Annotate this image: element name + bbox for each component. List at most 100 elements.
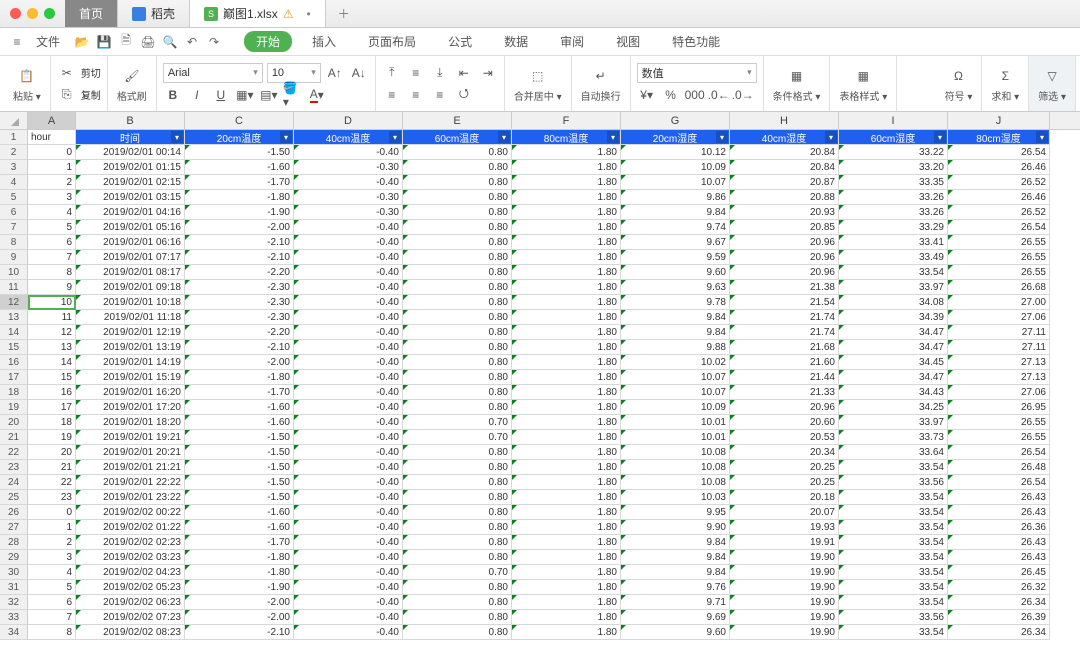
row-header-1[interactable]: 1 — [0, 130, 28, 145]
row-header[interactable]: 12 — [0, 295, 28, 310]
cell[interactable]: -2.30 — [185, 295, 294, 310]
cell[interactable]: -1.90 — [185, 205, 294, 220]
cell[interactable]: 9.88 — [621, 340, 730, 355]
border-icon[interactable]: ▦▾ — [235, 85, 255, 105]
cell[interactable]: 3 — [28, 190, 76, 205]
cut-icon[interactable]: ✂ — [57, 63, 77, 83]
cell[interactable]: 0.80 — [403, 535, 512, 550]
header-cell-H[interactable]: 40cm湿度▾ — [730, 130, 839, 145]
cell[interactable]: 20.93 — [730, 205, 839, 220]
sum-button[interactable]: Σ求和 ▾ — [988, 65, 1022, 103]
cell[interactable]: 26.43 — [948, 550, 1050, 565]
cell[interactable]: 26.43 — [948, 490, 1050, 505]
row-header[interactable]: 14 — [0, 325, 28, 340]
cell[interactable]: 0.80 — [403, 235, 512, 250]
cell[interactable]: 5 — [28, 220, 76, 235]
row-header[interactable]: 27 — [0, 520, 28, 535]
cell[interactable]: 2019/02/02 03:23 — [76, 550, 185, 565]
wrap-button[interactable]: ↵自动换行 — [578, 65, 624, 103]
cell[interactable]: 1.80 — [512, 460, 621, 475]
cell[interactable]: -1.80 — [185, 370, 294, 385]
cell[interactable]: -2.00 — [185, 355, 294, 370]
cell[interactable]: 20.87 — [730, 175, 839, 190]
cell[interactable]: 19.91 — [730, 535, 839, 550]
cell[interactable]: 1.80 — [512, 235, 621, 250]
col-header-H[interactable]: H — [730, 112, 839, 129]
cell[interactable]: 0.80 — [403, 490, 512, 505]
cell[interactable]: 1.80 — [512, 280, 621, 295]
cell[interactable]: 2019/02/02 07:23 — [76, 610, 185, 625]
header-cell-D[interactable]: 40cm温度▾ — [294, 130, 403, 145]
cell[interactable]: 9.84 — [621, 535, 730, 550]
cell[interactable]: 11 — [28, 310, 76, 325]
open-icon[interactable]: 📂 — [74, 34, 90, 50]
cell[interactable]: 20.88 — [730, 190, 839, 205]
cell[interactable]: 2 — [28, 535, 76, 550]
cell[interactable]: -1.70 — [185, 175, 294, 190]
cell[interactable]: 1.80 — [512, 325, 621, 340]
cell[interactable]: -0.40 — [294, 400, 403, 415]
cell[interactable]: 2019/02/01 01:15 — [76, 160, 185, 175]
cell[interactable]: 9.63 — [621, 280, 730, 295]
cell[interactable]: -0.40 — [294, 490, 403, 505]
cell[interactable]: 10.09 — [621, 160, 730, 175]
cell[interactable]: 20.96 — [730, 400, 839, 415]
cell[interactable]: 1.80 — [512, 160, 621, 175]
print-icon[interactable]: 🖨 — [140, 34, 156, 50]
cell[interactable]: 33.41 — [839, 235, 948, 250]
cell[interactable]: 2019/02/01 14:19 — [76, 355, 185, 370]
cell[interactable]: 27.11 — [948, 325, 1050, 340]
cell[interactable]: 33.26 — [839, 190, 948, 205]
cell[interactable]: -0.40 — [294, 595, 403, 610]
cell[interactable]: -0.40 — [294, 415, 403, 430]
cell[interactable]: 10.09 — [621, 400, 730, 415]
row-header[interactable]: 25 — [0, 490, 28, 505]
cell[interactable]: 20.84 — [730, 160, 839, 175]
cell[interactable]: 20.84 — [730, 145, 839, 160]
cell[interactable]: 26.68 — [948, 280, 1050, 295]
cell[interactable]: 2019/02/01 11:18 — [76, 310, 185, 325]
cell[interactable]: -1.60 — [185, 160, 294, 175]
row-header[interactable]: 34 — [0, 625, 28, 640]
cell[interactable]: 26.46 — [948, 160, 1050, 175]
cell[interactable]: 0.80 — [403, 205, 512, 220]
cell[interactable]: 0.80 — [403, 325, 512, 340]
cell[interactable]: 33.54 — [839, 490, 948, 505]
cell[interactable]: 2019/02/01 13:19 — [76, 340, 185, 355]
window-controls[interactable] — [0, 8, 65, 19]
cell[interactable]: -0.40 — [294, 340, 403, 355]
cell[interactable]: 10.03 — [621, 490, 730, 505]
row-header[interactable]: 4 — [0, 175, 28, 190]
cell[interactable]: 1.80 — [512, 145, 621, 160]
font-select[interactable]: Arial▾ — [163, 63, 263, 83]
cell[interactable]: -0.40 — [294, 145, 403, 160]
cell[interactable]: 33.20 — [839, 160, 948, 175]
col-header-J[interactable]: J — [948, 112, 1050, 129]
align-top-icon[interactable]: ⤒ — [382, 63, 402, 83]
cell[interactable]: -0.40 — [294, 610, 403, 625]
cell[interactable]: 8 — [28, 625, 76, 640]
cell[interactable]: -0.40 — [294, 280, 403, 295]
row-header[interactable]: 7 — [0, 220, 28, 235]
row-header[interactable]: 26 — [0, 505, 28, 520]
filter-icon[interactable]: ▾ — [934, 131, 946, 143]
cell[interactable]: 2019/02/02 06:23 — [76, 595, 185, 610]
cell[interactable]: 1 — [28, 520, 76, 535]
cell[interactable]: 9.84 — [621, 205, 730, 220]
cell[interactable]: 1.80 — [512, 505, 621, 520]
cell[interactable]: 26.54 — [948, 445, 1050, 460]
cell[interactable]: 10 — [28, 295, 76, 310]
cell[interactable]: -0.30 — [294, 160, 403, 175]
indent-icon[interactable]: ⇥ — [478, 63, 498, 83]
cell[interactable]: 1.80 — [512, 265, 621, 280]
window-tab-daoke[interactable]: 稻壳 — [118, 0, 190, 27]
cell[interactable]: -2.10 — [185, 625, 294, 640]
cell[interactable]: 2019/02/02 08:23 — [76, 625, 185, 640]
row-header[interactable]: 23 — [0, 460, 28, 475]
cell[interactable]: 33.26 — [839, 205, 948, 220]
row-header[interactable]: 29 — [0, 550, 28, 565]
cell[interactable]: 1.80 — [512, 610, 621, 625]
percent-icon[interactable]: % — [661, 85, 681, 105]
col-header-F[interactable]: F — [512, 112, 621, 129]
cell[interactable]: 26.95 — [948, 400, 1050, 415]
